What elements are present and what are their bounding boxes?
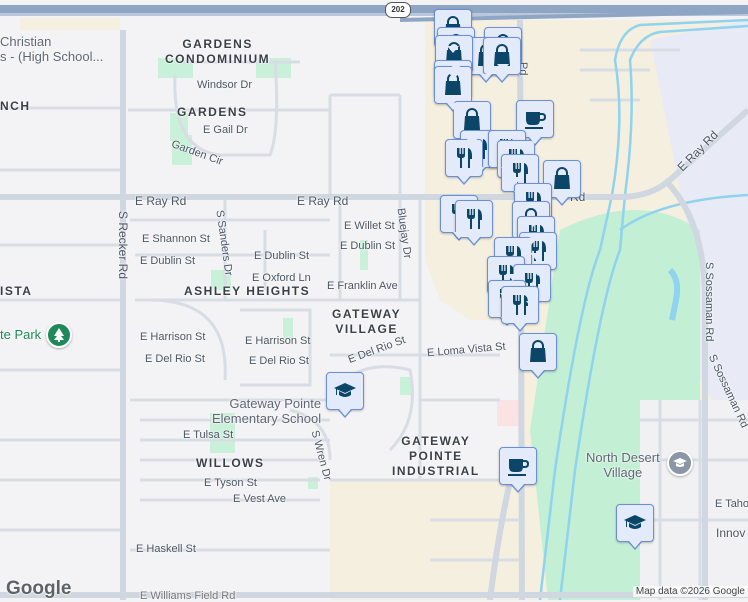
area-label-gardens: GARDENS [177,105,248,119]
street-label: E Haskell St [136,543,196,555]
street-label: E Willet St [344,220,395,232]
street-label: E Franklin Ave [327,280,398,292]
map-attribution[interactable]: Map data ©2026 Google [632,586,748,597]
street-label: E Ray Rd [297,194,349,208]
school-marker[interactable] [616,504,654,550]
street-label: E Ray Rd [135,194,187,208]
street-label: E Dublin St [340,240,396,252]
street-label: E Taho [715,498,748,510]
area-label-willows: WILLOWS [196,456,265,470]
highway-202-shield: 202 [385,2,411,18]
shopping-icon [550,167,574,191]
area-label-vista: ISTA [0,284,33,298]
shopping-marker[interactable] [519,333,557,379]
coffee-icon [523,107,547,131]
street-label: E Del Rio St [249,355,309,367]
street-label: E Harrison St [245,335,311,347]
street-label: E Dublin St [140,255,196,267]
coffee-marker[interactable] [499,447,537,493]
street-label: E Williams Field Rd [140,590,236,602]
street-label: E Tyson St [204,477,257,489]
shopping-icon [460,108,484,132]
school-marker[interactable] [326,372,364,418]
area-label-ranch: NCH [0,99,31,113]
coffee-icon [506,454,530,478]
area-label-gateway-pointe-industrial: GATEWAY POINTE INDUSTRIAL [392,434,480,478]
area-label-ashley-heights: ASHLEY HEIGHTS [184,284,311,298]
google-logo: Google [6,578,72,599]
street-label: Windsor Dr [197,79,253,91]
street-label: E Tulsa St [183,429,234,441]
area-label-gateway-village: GATEWAY VILLAGE [332,307,402,336]
park-tree-icon[interactable] [46,322,72,348]
poi-label-park[interactable]: te Park [0,327,41,342]
school-icon[interactable] [667,450,693,476]
street-label: E Del Rio St [145,353,205,365]
area-label-gardens-condominium: GARDENS CONDOMINIUM [165,37,271,66]
street-label: E Dublin St [254,250,310,262]
street-label: E Gail Dr [203,124,248,136]
school-icon [333,379,357,403]
street-label: E Harrison St [140,331,206,343]
street-label: E Oxford Ln [252,272,311,284]
street-label: S Sossaman Rd [703,262,715,342]
shopping-icon [526,340,550,364]
poi-label-north-desert-village[interactable]: North Desert Village [586,450,660,480]
restaurant-icon [462,207,486,231]
street-label: E Vest Ave [233,493,287,505]
street-label: S Recker Rd [116,211,130,280]
poi-label-christian-school[interactable]: Christian s - (High School... [0,34,103,64]
poi-label-gateway-pointe-elementary[interactable]: Gateway Pointe Elementary School [212,396,321,426]
school-icon [623,511,647,535]
street-label: E Shannon St [142,233,210,245]
street-label: Innov [716,526,746,540]
